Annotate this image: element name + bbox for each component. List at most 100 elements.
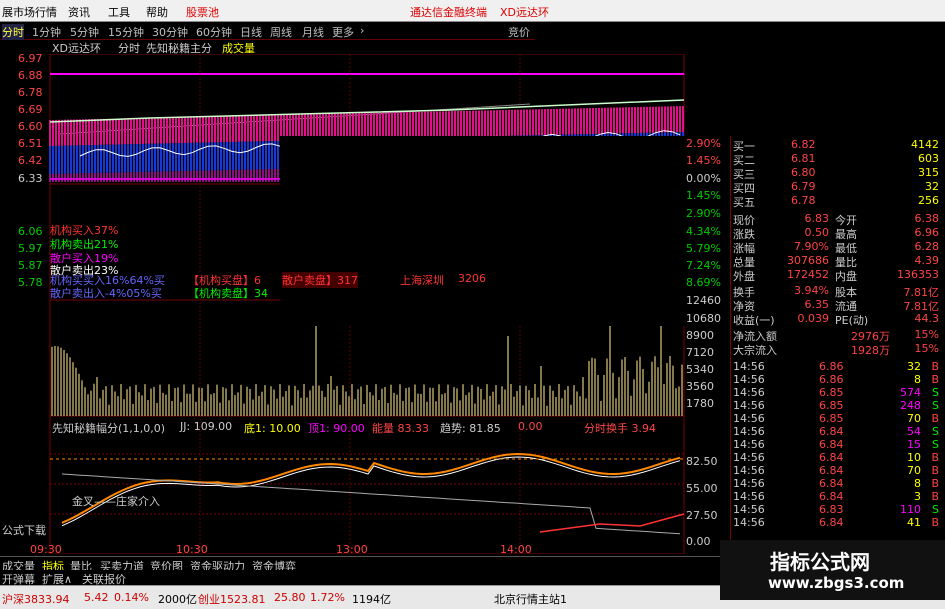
pct-label: 8.69% <box>686 276 721 289</box>
tick-volume: 10 <box>907 451 921 464</box>
period-1min[interactable]: 1分钟 <box>32 24 61 40</box>
legend-index: 上海深圳 <box>400 274 444 287</box>
stat-row: 净资 6.35 流通 7.81亿 <box>731 298 943 313</box>
stat-row: 总量 307686 量比 4.39 <box>731 254 943 269</box>
tick-price: 6.84 <box>819 451 844 464</box>
period-day[interactable]: 日线 <box>240 24 262 40</box>
menu-stock-pool[interactable]: 股票池 <box>186 4 219 20</box>
stat-value: 6.83 <box>804 212 830 225</box>
status-pct-hs: 0.14% <box>114 591 149 604</box>
indicator-qushi: 趋势: 81.85 <box>440 422 501 435</box>
bottom-tabs-2: 开弹幕 扩展∧ 关联报价 <box>0 570 730 586</box>
price-label: 5.78 <box>18 276 43 289</box>
price-label: 6.69 <box>18 103 43 116</box>
status-amt-cy: 1194亿 <box>352 593 391 606</box>
bid-row[interactable]: 买五 6.78 256 <box>731 194 943 209</box>
tick-volume: 8 <box>914 477 921 490</box>
stat-value: 7.90% <box>794 240 829 253</box>
menu-tools[interactable]: 工具 <box>108 4 130 20</box>
tick-row: 14:56 6.84 41 B <box>731 516 943 530</box>
tick-price: 6.86 <box>819 373 844 386</box>
period-more[interactable]: 更多 <box>332 24 354 40</box>
bid-row[interactable]: 买二 6.81 603 <box>731 152 943 167</box>
period-60min[interactable]: 60分钟 <box>196 24 232 40</box>
tick-side: B <box>931 490 939 503</box>
watermark: 指标公式网 www.zbgs3.com <box>720 540 945 600</box>
tick-volume: 110 <box>900 503 921 516</box>
legend-retail-box: 散户卖盘】317 <box>282 272 358 288</box>
period-month[interactable]: 月线 <box>302 24 324 40</box>
tick-volume: 15 <box>907 438 921 451</box>
bid-volume: 256 <box>918 194 939 207</box>
tick-time: 14:56 <box>733 399 765 412</box>
bid-price: 6.80 <box>791 166 816 179</box>
tick-price: 6.84 <box>819 438 844 451</box>
indicator-name: 先知秘籍幅分(1,1,0,0) <box>52 422 166 435</box>
period-fenshi[interactable]: 分时 <box>2 24 24 40</box>
indicator-annotation: 金叉——庄家介入 <box>72 495 160 508</box>
tick-time: 14:56 <box>733 425 765 438</box>
tick-time: 14:56 <box>733 477 765 490</box>
bid-row[interactable]: 买四 6.79 32 <box>731 180 943 195</box>
pct-label: 2.90% <box>686 207 721 220</box>
status-index-hs[interactable]: 沪深3833.94 <box>2 591 70 607</box>
period-30min[interactable]: 30分钟 <box>152 24 188 40</box>
formula-download-button[interactable]: 公式下载 <box>2 522 46 538</box>
indicator-neng: 能量 83.33 <box>372 422 429 435</box>
indicator-ding: 顶1: 90.00 <box>308 422 365 435</box>
time-label: 09:30 <box>30 543 62 556</box>
price-label: 6.51 <box>18 137 43 150</box>
stat-label: 收益(一) <box>733 314 775 327</box>
tick-side: B <box>931 373 939 386</box>
stat-label: 外盘 <box>733 270 755 283</box>
tick-price: 6.85 <box>819 386 844 399</box>
period-week[interactable]: 周线 <box>270 24 292 40</box>
tick-row: 14:56 6.85 248 S <box>731 399 943 413</box>
price-label: 6.06 <box>18 225 43 238</box>
period-auction[interactable]: 竞价 <box>508 24 530 40</box>
stat-row: 换手 3.94% 股本 7.81亿 <box>731 284 943 299</box>
tick-row: 14:56 6.84 8 B <box>731 477 943 491</box>
bid-price: 6.79 <box>791 180 816 193</box>
legend-num: 3206 <box>458 272 486 285</box>
status-server: 北京行情主站1 <box>494 593 567 606</box>
tick-price: 6.85 <box>819 412 844 425</box>
tick-time: 14:56 <box>733 490 765 503</box>
flow-pct: 15% <box>914 342 939 355</box>
stat-value: 6.28 <box>914 240 940 253</box>
tick-volume: 54 <box>907 425 921 438</box>
time-label: 14:00 <box>500 543 532 556</box>
tick-price: 6.84 <box>819 490 844 503</box>
tick-row: 14:56 6.83 110 S <box>731 503 943 517</box>
bid-price: 6.81 <box>791 152 816 165</box>
bid-row[interactable]: 买一 6.82 4142 <box>731 138 943 153</box>
tick-time: 14:56 <box>733 503 765 516</box>
period-5min[interactable]: 5分钟 <box>70 24 99 40</box>
period-more-arrow-icon[interactable]: › <box>360 24 364 37</box>
menu-market[interactable]: 展市场行情 <box>2 4 57 20</box>
menu-stock-title: XD远达环 <box>500 6 550 19</box>
indicator-zero: 0.00 <box>518 420 543 433</box>
pct-label: 1.45% <box>686 154 721 167</box>
tick-side: S <box>932 438 939 451</box>
tick-row: 14:56 6.84 70 B <box>731 464 943 478</box>
period-15min[interactable]: 15分钟 <box>108 24 144 40</box>
tick-volume: 32 <box>907 360 921 373</box>
pct-label: 0.00% <box>686 172 721 185</box>
time-label: 13:00 <box>336 543 368 556</box>
tick-time: 14:56 <box>733 360 765 373</box>
bid-row[interactable]: 买三 6.80 315 <box>731 166 943 181</box>
menu-help[interactable]: 帮助 <box>146 4 168 20</box>
tick-price: 6.85 <box>819 399 844 412</box>
stat-value: 172452 <box>787 268 829 281</box>
flow-row: 净流入额 2976万 15% <box>731 328 943 343</box>
tick-price: 6.83 <box>819 503 844 516</box>
bottom-tabs: 成交量 指标 量比 买卖力道 竞价图 资金驱动力 资金博弈 <box>0 556 730 573</box>
indicator-orange-line <box>61 452 681 524</box>
tick-side: S <box>932 503 939 516</box>
menu-news[interactable]: 资讯 <box>68 4 90 20</box>
tick-volume: 41 <box>907 516 921 529</box>
status-index-cy[interactable]: 创业1523.81 <box>198 591 266 607</box>
stat-value: 44.3 <box>914 312 940 325</box>
stat-value: 136353 <box>897 268 939 281</box>
